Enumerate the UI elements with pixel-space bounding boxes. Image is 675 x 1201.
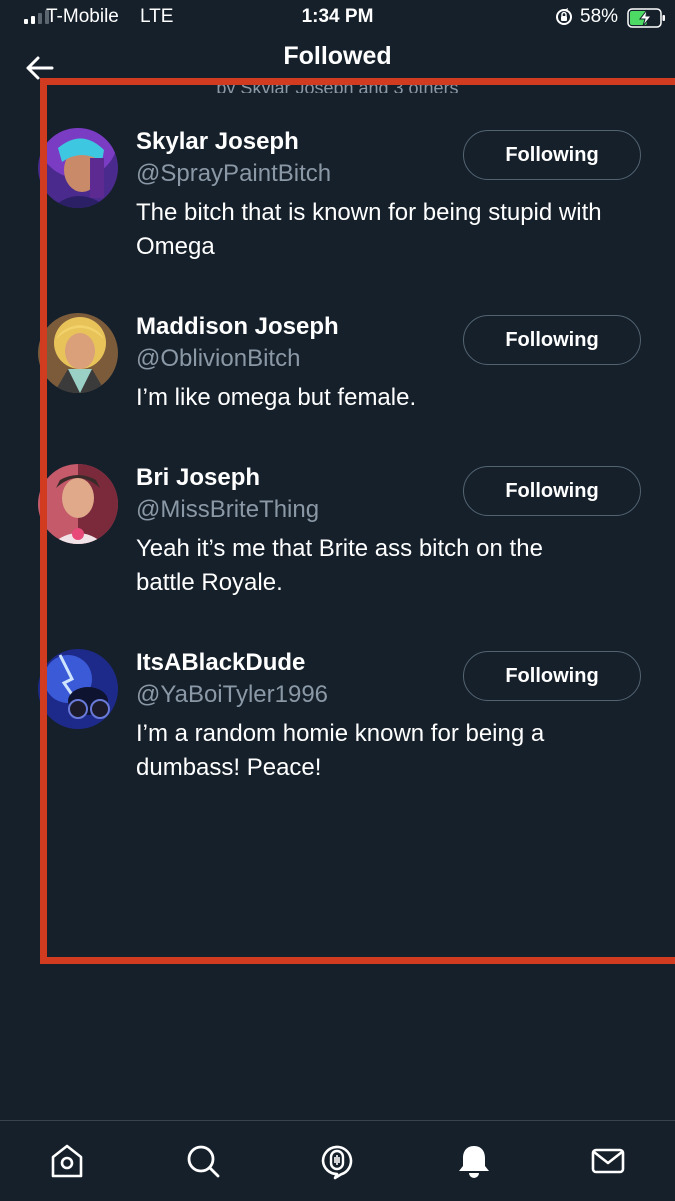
user-list-item[interactable]: Skylar Joseph @SprayPaintBitch The bitch… (0, 128, 675, 278)
avatar[interactable] (38, 464, 118, 544)
user-list-item[interactable]: ItsABlackDude @YaBoiTyler1996 I’m a rand… (0, 649, 675, 799)
display-name[interactable]: Skylar Joseph (136, 128, 299, 156)
avatar[interactable] (38, 128, 118, 208)
user-list-item[interactable]: Bri Joseph @MissBriteThing Yeah it’s me … (0, 464, 675, 614)
page-subtitle: by Skylar Joseph and 3 others (216, 78, 459, 93)
user-bio: Yeah it’s me that Brite ass bitch on the… (136, 535, 543, 596)
user-handle: @OblivionBitch (136, 345, 301, 372)
user-bio: The bitch that is known for being stupid… (136, 199, 602, 260)
user-bio: I’m like omega but female. (136, 384, 417, 411)
notifications-icon (459, 1146, 489, 1178)
user-list-item[interactable]: Maddison Joseph @OblivionBitch I’m like … (0, 313, 675, 423)
tab-messages[interactable] (588, 1141, 628, 1181)
following-button[interactable]: Following (463, 466, 641, 516)
messages-icon (591, 1148, 625, 1174)
following-button[interactable]: Following (463, 315, 641, 365)
battery-icon (627, 8, 665, 28)
rotation-lock-icon (556, 8, 572, 25)
following-button[interactable]: Following (463, 130, 641, 180)
tab-notifications[interactable] (454, 1141, 494, 1181)
avatar[interactable] (38, 649, 118, 729)
avatar[interactable] (38, 313, 118, 393)
search-icon (187, 1145, 220, 1178)
tab-home[interactable] (47, 1141, 87, 1181)
user-bio: I’m a random homie known for being a dum… (136, 720, 545, 781)
home-icon (51, 1144, 83, 1178)
following-button[interactable]: Following (463, 651, 641, 701)
bottom-tab-bar (0, 1120, 675, 1201)
display-name[interactable]: ItsABlackDude (136, 649, 305, 677)
tab-spaces[interactable] (317, 1141, 357, 1181)
user-handle: @SprayPaintBitch (136, 160, 332, 187)
status-bar: T-Mobile LTE 1:34 PM 58% (0, 0, 675, 36)
user-handle: @MissBriteThing (136, 496, 320, 523)
user-handle: @YaBoiTyler1996 (136, 681, 329, 708)
display-name[interactable]: Maddison Joseph (136, 313, 339, 341)
battery-percent: 58% (580, 6, 619, 27)
page-title: Followed (283, 42, 392, 70)
spaces-icon (321, 1145, 353, 1180)
display-name[interactable]: Bri Joseph (136, 464, 260, 492)
tab-search[interactable] (183, 1141, 223, 1181)
